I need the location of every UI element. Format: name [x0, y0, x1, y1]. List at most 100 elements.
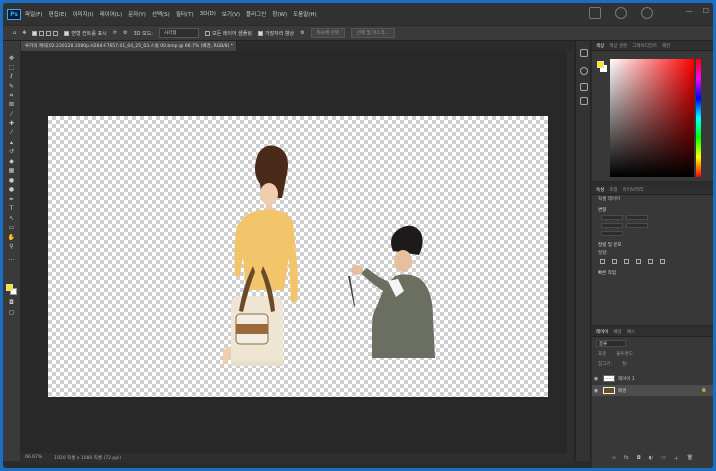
visibility-eye-icon[interactable]: ◉ [592, 388, 600, 394]
fill-label[interactable]: 칠: [622, 361, 628, 367]
blur-tool-icon[interactable]: ● [7, 177, 16, 184]
align-left-icon[interactable] [600, 259, 605, 264]
link-icon[interactable]: ∞ [612, 455, 616, 462]
move-tool-icon[interactable]: ✥ [7, 55, 16, 62]
select-subject-button[interactable]: 피사체 선택 [310, 28, 345, 38]
lasso-tool-icon[interactable]: ℓ [7, 73, 16, 80]
layer-name[interactable]: 배경 [618, 388, 626, 394]
history-icon[interactable] [580, 49, 588, 57]
zoom-tool-icon[interactable]: ⚲ [7, 243, 16, 250]
menu-file[interactable]: 파일(F) [25, 10, 43, 18]
maximize-icon[interactable]: ☐ [703, 7, 709, 15]
y-field[interactable] [626, 223, 648, 228]
align-section-label[interactable]: 정렬 및 분포 [592, 238, 713, 249]
blend-mode-select[interactable]: 표준 [598, 351, 606, 357]
zoom-level[interactable]: 66.67% [25, 455, 42, 461]
hand-tool-icon[interactable]: ✋ [7, 234, 16, 241]
move-tool-icon[interactable]: ✥ [22, 30, 26, 36]
home-icon[interactable]: ⌂ [13, 30, 16, 36]
adjustment-layer-icon[interactable]: ◐ [649, 455, 653, 462]
tab-libraries[interactable]: 라이브러리 [623, 187, 644, 193]
minimize-icon[interactable]: — [686, 7, 693, 15]
layer-name[interactable]: 레이어 1 [618, 376, 635, 382]
brush-tool-icon[interactable]: ⁄ [7, 129, 16, 136]
auto-select-checkbox[interactable]: 변형 컨트롤 표시 [64, 30, 107, 37]
x-field[interactable] [601, 223, 623, 228]
tab-gradients[interactable]: 그레이디언트 [632, 43, 657, 49]
new-layer-icon[interactable]: ＋ [674, 455, 679, 462]
quick-actions-label[interactable]: 빠른 작업 [592, 266, 713, 277]
type-tool-icon[interactable]: T [7, 205, 16, 212]
screen-mode-icon[interactable]: ▢ [7, 309, 16, 316]
document-info[interactable]: 1920 픽셀 x 1080 픽셀 (72 ppi) [54, 455, 121, 461]
menu-select[interactable]: 선택(S) [152, 10, 170, 18]
adjust-icon[interactable] [580, 97, 588, 105]
eyedropper-tool-icon[interactable]: ⁄ [7, 111, 16, 118]
menu-image[interactable]: 이미지(I) [72, 10, 93, 18]
menu-layer[interactable]: 레이어(L) [100, 10, 123, 18]
enhance-edge-checkbox[interactable]: 가장자리 향상 [257, 30, 294, 37]
rectangle-tool-icon[interactable]: ▭ [7, 224, 16, 231]
tab-color[interactable]: 색상 [596, 43, 604, 49]
align-right-icon[interactable] [624, 259, 629, 264]
frame-tool-icon[interactable]: ⊠ [7, 101, 16, 108]
panel-foreground-swatch[interactable] [597, 61, 604, 68]
gear-icon[interactable]: ⚙ [123, 30, 127, 36]
tab-paths[interactable]: 패스 [627, 329, 635, 335]
clone-stamp-icon[interactable]: ▴ [7, 139, 16, 146]
sample-all-checkbox[interactable]: 모든 레이어 샘플링 [204, 30, 252, 37]
width-field[interactable] [601, 215, 623, 220]
foreground-color-swatch[interactable] [6, 284, 13, 291]
pen-tool-icon[interactable]: ✒ [7, 196, 16, 203]
menu-type[interactable]: 문자(Y) [128, 10, 146, 18]
angle-field[interactable] [601, 231, 623, 236]
align-middle-icon[interactable] [648, 259, 653, 264]
eraser-tool-icon[interactable]: ◆ [7, 158, 16, 165]
layer-row[interactable]: ◉ 레이어 1 [592, 373, 713, 384]
menu-plugins[interactable]: 플러그인 [246, 10, 266, 18]
document-canvas[interactable] [48, 116, 548, 397]
tab-swatches[interactable]: 색상 견본 [609, 43, 627, 49]
vertical-scrollbar[interactable] [567, 51, 573, 453]
opacity-label[interactable]: 불투명도: [616, 351, 634, 357]
menu-3d[interactable]: 3D(D) [200, 11, 216, 17]
document-tab[interactable]: 루카의 캐릭[02.230128.1080p.H264-F7657.01_04_… [21, 41, 237, 51]
healing-brush-icon[interactable]: ✚ [7, 120, 16, 127]
tab-channels[interactable]: 채널 [613, 329, 621, 335]
tab-properties[interactable]: 속성 [596, 187, 604, 193]
share-icon[interactable] [641, 7, 653, 19]
search-icon[interactable] [615, 7, 627, 19]
mask-icon[interactable]: ◘ [637, 455, 641, 462]
trash-icon[interactable]: 🗑 [687, 455, 693, 462]
history-brush-icon[interactable]: ↺ [7, 148, 16, 155]
more-tools-icon[interactable]: … [7, 255, 16, 262]
align-top-icon[interactable] [636, 259, 641, 264]
dodge-tool-icon[interactable]: ● [7, 186, 16, 193]
group-icon[interactable]: ▭ [661, 455, 666, 462]
align-bottom-icon[interactable] [660, 259, 665, 264]
layer-kind-filter[interactable]: 종류 [596, 340, 626, 347]
height-field[interactable] [626, 215, 648, 220]
menu-view[interactable]: 보기(V) [222, 10, 240, 18]
brush-settings-icon[interactable] [580, 83, 588, 91]
color-picker-field[interactable] [610, 59, 694, 177]
select-mask-button[interactable]: 선택 및 마스크... [350, 28, 395, 38]
fx-icon[interactable]: fx [624, 455, 629, 462]
visibility-eye-icon[interactable]: ◉ [592, 376, 600, 382]
hue-slider[interactable] [696, 59, 701, 177]
quick-mask-icon[interactable]: ◘ [7, 299, 16, 306]
crop-tool-icon[interactable]: ⌗ [7, 92, 16, 99]
menu-edit[interactable]: 편집(E) [49, 10, 67, 18]
tab-layers[interactable]: 레이어 [596, 329, 608, 335]
transform-section-label[interactable]: 변형 [592, 203, 713, 214]
gradient-tool-icon[interactable]: ▦ [7, 167, 16, 174]
menu-window[interactable]: 창(W) [272, 10, 287, 18]
chat-icon[interactable] [589, 7, 601, 19]
menu-filter[interactable]: 필터(T) [176, 10, 194, 18]
quick-select-tool-icon[interactable]: ✎ [7, 83, 16, 90]
marquee-tool-icon[interactable]: ⬚ [7, 64, 16, 71]
shape-mode-icons[interactable] [32, 30, 59, 36]
gear-icon-2[interactable]: ⚙ [300, 30, 304, 36]
canvas-workspace[interactable] [21, 51, 573, 453]
menu-help[interactable]: 도움말(H) [293, 10, 317, 18]
